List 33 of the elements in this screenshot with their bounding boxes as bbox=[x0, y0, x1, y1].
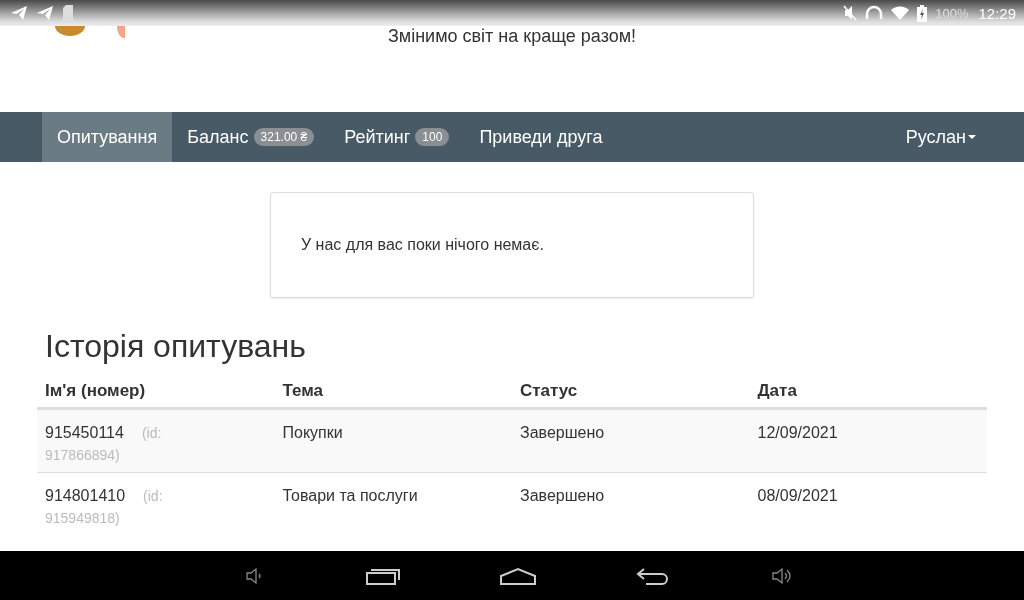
slogan: Змінимо світ на краще разом! bbox=[387, 26, 637, 46]
clock-time: 12:29 bbox=[978, 4, 1016, 22]
wifi-icon bbox=[891, 6, 910, 20]
back-icon[interactable] bbox=[636, 566, 670, 585]
sd-card-icon bbox=[62, 4, 74, 22]
table-cell: Товари та послуги bbox=[282, 487, 418, 504]
count-badge: 321.00 ₴ bbox=[253, 128, 315, 146]
section-heading: Історія опитувань bbox=[45, 328, 307, 365]
nav-tab[interactable]: Опитування bbox=[42, 112, 173, 162]
notice-text: У нас для вас поки нічого немає. bbox=[301, 236, 544, 254]
nav-tab[interactable]: Баланс 321.00 ₴ bbox=[172, 112, 330, 162]
paper-plane-icon bbox=[10, 5, 28, 21]
table-cell: Завершено bbox=[520, 487, 605, 504]
volume-up-icon[interactable] bbox=[770, 565, 792, 586]
paper-plane-icon bbox=[36, 5, 54, 21]
table-cell: Завершено bbox=[520, 424, 605, 441]
volume-down-icon[interactable] bbox=[244, 565, 264, 586]
headphones-icon bbox=[865, 5, 884, 21]
recent-apps-icon[interactable] bbox=[366, 566, 400, 585]
table-cell-text: 914801410 (id: 915949818) bbox=[45, 486, 164, 528]
battery-percent: 100% bbox=[935, 5, 969, 21]
table-cell: 08/09/2021 bbox=[757, 487, 838, 504]
table-cell-text: 915450114 (id: 917866894) bbox=[45, 423, 163, 465]
mute-icon bbox=[843, 5, 858, 21]
table-cell: Покупки bbox=[282, 424, 343, 441]
table-cell: 12/09/2021 bbox=[757, 424, 838, 441]
caret-icon bbox=[968, 135, 976, 139]
battery-icon bbox=[917, 4, 928, 22]
count-badge: 100 bbox=[415, 128, 450, 146]
nav-tab[interactable]: Рейтинг 100 bbox=[329, 112, 465, 162]
home-icon[interactable] bbox=[500, 566, 536, 585]
user-menu[interactable]: Руслан bbox=[899, 112, 982, 162]
nav-tab[interactable]: Приведи друга bbox=[464, 112, 618, 162]
